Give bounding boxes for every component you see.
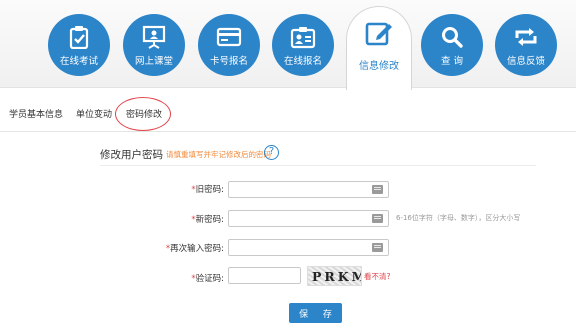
- captcha-text: PRKM: [312, 269, 361, 284]
- captcha-field: [228, 267, 301, 289]
- nav-item-label: 卡号报名: [209, 55, 248, 67]
- old-password-input[interactable]: [229, 187, 388, 203]
- form-hint: 请慎重填写并牢记修改后的密码: [166, 150, 271, 159]
- form-title: 修改用户密码: [100, 149, 163, 161]
- edit-info-icon: [364, 19, 394, 49]
- feedback-icon: [512, 24, 540, 50]
- nav-item-feedback[interactable]: 信息反馈: [495, 14, 557, 76]
- online-register-icon: [289, 24, 317, 50]
- keyboard-icon[interactable]: [372, 243, 383, 252]
- search-icon: [438, 24, 466, 50]
- new-password-label: *新密码:: [191, 213, 224, 225]
- old-password-label: *旧密码:: [191, 183, 224, 195]
- nav-item-label: 网上课堂: [134, 55, 173, 67]
- nav-item-label: 信息修改: [359, 61, 399, 72]
- online-classroom-icon: [140, 24, 168, 50]
- new-password-field: [228, 210, 389, 232]
- nav-item-online-classroom[interactable]: 网上课堂: [123, 14, 185, 76]
- captcha-label: *验证码:: [191, 272, 224, 284]
- confirm-password-field: [228, 239, 389, 261]
- keyboard-icon[interactable]: [372, 214, 383, 223]
- help-icon[interactable]: ?: [264, 145, 279, 160]
- field-label: 新密码:: [195, 215, 224, 225]
- password-rule-note: 6-16位字符（字母、数字），区分大小写: [396, 214, 521, 222]
- nav-item-online-register[interactable]: 在线报名: [272, 14, 334, 76]
- keyboard-icon[interactable]: [372, 185, 383, 194]
- confirm-password-label: *再次输入密码:: [166, 242, 224, 254]
- field-label: 再次输入密码:: [170, 244, 224, 254]
- nav-item-online-exam[interactable]: 在线考试: [48, 14, 110, 76]
- nav-item-edit-info[interactable]: 信息修改: [346, 6, 412, 90]
- nav-item-search[interactable]: 查 询: [421, 14, 483, 76]
- nav-item-card-register[interactable]: 卡号报名: [198, 14, 260, 76]
- tab-unit-change[interactable]: 单位变动: [76, 107, 112, 120]
- tab-student-info[interactable]: 学员基本信息: [9, 107, 63, 120]
- form-header: 修改用户密码 请慎重填写并牢记修改后的密码 ?: [100, 145, 536, 166]
- active-tab-highlight: [115, 97, 171, 131]
- old-password-field: [228, 181, 389, 203]
- exam-clipboard-icon: [65, 24, 93, 50]
- save-button[interactable]: 保 存: [289, 303, 342, 323]
- card-register-icon: [215, 24, 243, 50]
- confirm-password-input[interactable]: [229, 245, 388, 261]
- field-label: 旧密码:: [195, 185, 224, 195]
- captcha-refresh-link[interactable]: 看不清?: [364, 271, 390, 282]
- nav-item-label: 在线报名: [283, 55, 322, 67]
- new-password-input[interactable]: [229, 216, 388, 232]
- captcha-input[interactable]: [229, 273, 300, 289]
- nav-item-label: 查 询: [440, 55, 464, 67]
- captcha-image[interactable]: PRKM: [307, 266, 362, 286]
- nav-item-label: 在线考试: [59, 55, 98, 67]
- field-label: 验证码:: [195, 274, 224, 284]
- nav-item-label: 信息反馈: [506, 55, 545, 67]
